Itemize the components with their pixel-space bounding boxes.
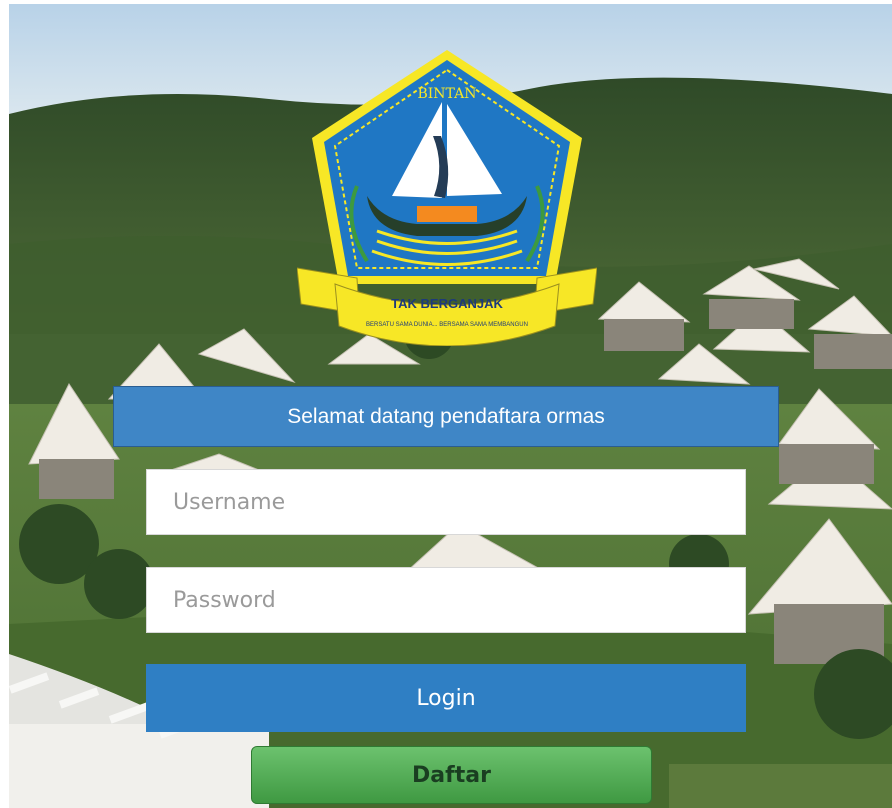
emblem-ribbon-subtext: BERSATU SAMA DUNIA... BERSAMA SAMA MEMBA… xyxy=(366,322,528,328)
welcome-text: Selamat datang pendaftara ormas xyxy=(287,404,605,428)
username-input[interactable] xyxy=(146,469,746,535)
emblem-top-text: BINTAN xyxy=(417,86,476,102)
register-button-label: Daftar xyxy=(412,762,491,788)
password-input[interactable] xyxy=(146,567,746,633)
regency-emblem-icon: BINTAN TAK BERGANJAK BERSATU SAMA DUNIA.… xyxy=(296,46,598,347)
register-button[interactable]: Daftar xyxy=(251,746,652,804)
emblem-ribbon-text: TAK BERGANJAK xyxy=(391,296,503,311)
login-button-label: Login xyxy=(416,685,476,711)
login-button[interactable]: Login xyxy=(146,664,746,732)
welcome-banner: Selamat datang pendaftara ormas xyxy=(113,386,779,447)
